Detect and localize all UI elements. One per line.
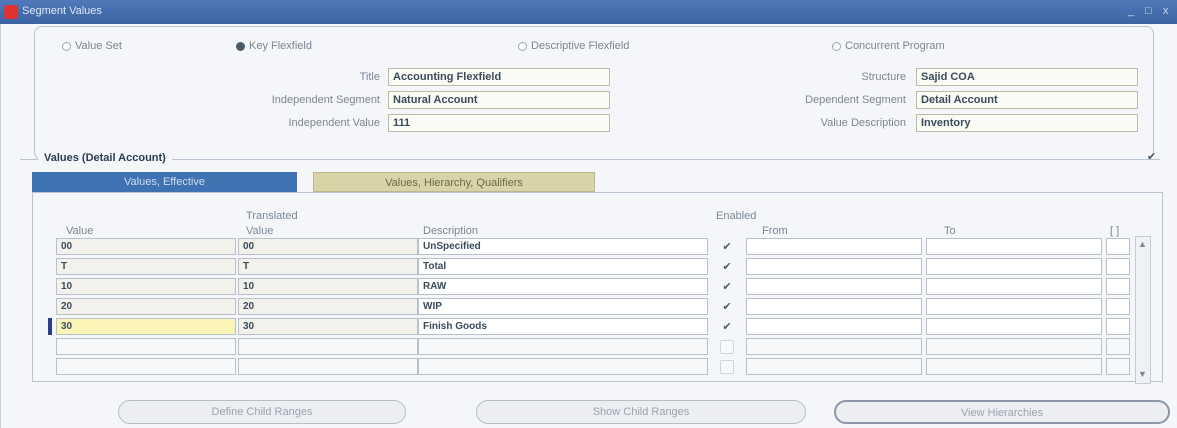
translated-value-cell[interactable]: 20 bbox=[238, 298, 418, 315]
enabled-checkbox[interactable]: ✔ bbox=[720, 240, 734, 254]
radio-off-icon bbox=[518, 41, 527, 51]
scroll-down-icon[interactable]: ▼ bbox=[1138, 369, 1147, 379]
column-header-description: Description bbox=[423, 225, 479, 237]
define-child-ranges-button[interactable]: Define Child Ranges bbox=[118, 400, 406, 424]
radio-descriptive-flexfield[interactable]: Descriptive Flexfield bbox=[512, 38, 636, 54]
to-date-cell[interactable] bbox=[926, 278, 1102, 295]
value-cell[interactable]: 10 bbox=[56, 278, 236, 295]
enabled-checkbox[interactable]: ✔ bbox=[720, 320, 734, 334]
translated-value-cell[interactable] bbox=[238, 358, 418, 375]
scroll-up-icon[interactable]: ▲ bbox=[1138, 239, 1147, 249]
table-scrollbar[interactable]: ▲ ▼ bbox=[1135, 236, 1151, 384]
close-icon[interactable]: x bbox=[1163, 5, 1169, 17]
translated-value-cell[interactable]: 30 bbox=[238, 318, 418, 335]
window-title: Segment Values bbox=[22, 5, 102, 17]
flex-cell[interactable] bbox=[1106, 358, 1130, 375]
dependent-segment-field[interactable]: Detail Account bbox=[916, 91, 1138, 109]
description-cell[interactable]: Finish Goods bbox=[418, 318, 708, 335]
value-cell[interactable]: T bbox=[56, 258, 236, 275]
column-header-flex: [ ] bbox=[1110, 225, 1120, 237]
column-header-translated: Translated bbox=[246, 210, 298, 222]
description-cell[interactable]: RAW bbox=[418, 278, 708, 295]
radio-label: Descriptive Flexfield bbox=[531, 40, 630, 52]
column-header-from: From bbox=[762, 225, 788, 237]
tab-values-effective[interactable]: Values, Effective bbox=[32, 172, 297, 192]
independent-value-field[interactable]: 111 bbox=[388, 114, 610, 132]
radio-concurrent-program[interactable]: Concurrent Program bbox=[826, 38, 951, 54]
values-section-title: Values (Detail Account) bbox=[38, 152, 172, 164]
radio-value-set[interactable]: Value Set bbox=[56, 38, 128, 54]
value-cell[interactable]: 20 bbox=[56, 298, 236, 315]
radio-on-icon bbox=[236, 41, 245, 51]
flex-cell[interactable] bbox=[1106, 278, 1130, 295]
to-date-cell[interactable] bbox=[926, 338, 1102, 355]
radio-off-icon bbox=[62, 41, 71, 51]
tab-values-hierarchy-qualifiers[interactable]: Values, Hierarchy, Qualifiers bbox=[313, 172, 595, 192]
enabled-checkbox[interactable] bbox=[720, 340, 734, 354]
value-cell[interactable] bbox=[56, 338, 236, 355]
flex-cell[interactable] bbox=[1106, 258, 1130, 275]
to-date-cell[interactable] bbox=[926, 258, 1102, 275]
column-header-to: To bbox=[944, 225, 956, 237]
to-date-cell[interactable] bbox=[926, 298, 1102, 315]
dependent-segment-label: Dependent Segment bbox=[805, 94, 906, 106]
oracle-app-icon bbox=[4, 5, 18, 19]
value-cell[interactable] bbox=[56, 358, 236, 375]
enabled-checkbox[interactable]: ✔ bbox=[720, 260, 734, 274]
view-hierarchies-button[interactable]: View Hierarchies bbox=[834, 400, 1170, 424]
to-date-cell[interactable] bbox=[926, 318, 1102, 335]
flex-cell[interactable] bbox=[1106, 238, 1130, 255]
description-cell[interactable]: UnSpecified bbox=[418, 238, 708, 255]
column-header-translated-value: Value bbox=[246, 225, 274, 237]
maximize-icon[interactable]: □ bbox=[1145, 5, 1152, 17]
section-check-icon: ✔ bbox=[1147, 151, 1157, 163]
from-date-cell[interactable] bbox=[746, 258, 922, 275]
from-date-cell[interactable] bbox=[746, 238, 922, 255]
flex-cell[interactable] bbox=[1106, 298, 1130, 315]
radio-key-flexfield[interactable]: Key Flexfield bbox=[230, 38, 318, 54]
translated-value-cell[interactable]: 10 bbox=[238, 278, 418, 295]
title-label: Title bbox=[359, 71, 380, 83]
title-bar: Segment Values _ □ x bbox=[0, 0, 1177, 24]
to-date-cell[interactable] bbox=[926, 358, 1102, 375]
column-header-value: Value bbox=[66, 225, 94, 237]
from-date-cell[interactable] bbox=[746, 318, 922, 335]
enabled-checkbox[interactable]: ✔ bbox=[720, 280, 734, 294]
to-date-cell[interactable] bbox=[926, 238, 1102, 255]
structure-field[interactable]: Sajid COA bbox=[916, 68, 1138, 86]
radio-label: Key Flexfield bbox=[249, 40, 312, 52]
enabled-checkbox[interactable] bbox=[720, 360, 734, 374]
description-cell[interactable] bbox=[418, 338, 708, 355]
enabled-checkbox[interactable]: ✔ bbox=[720, 300, 734, 314]
value-cell-current[interactable]: 30 bbox=[56, 318, 236, 335]
value-description-label: Value Description bbox=[820, 117, 906, 129]
show-child-ranges-button[interactable]: Show Child Ranges bbox=[476, 400, 806, 424]
from-date-cell[interactable] bbox=[746, 278, 922, 295]
from-date-cell[interactable] bbox=[746, 298, 922, 315]
independent-segment-field[interactable]: Natural Account bbox=[388, 91, 610, 109]
from-date-cell[interactable] bbox=[746, 358, 922, 375]
value-cell[interactable]: 00 bbox=[56, 238, 236, 255]
minimize-icon[interactable]: _ bbox=[1128, 5, 1134, 17]
description-cell[interactable]: WIP bbox=[418, 298, 708, 315]
value-description-field[interactable]: Inventory bbox=[916, 114, 1138, 132]
flex-cell[interactable] bbox=[1106, 338, 1130, 355]
description-cell[interactable]: Total bbox=[418, 258, 708, 275]
structure-label: Structure bbox=[861, 71, 906, 83]
column-header-enabled: Enabled bbox=[716, 210, 757, 222]
flex-cell[interactable] bbox=[1106, 318, 1130, 335]
radio-off-icon bbox=[832, 41, 841, 51]
translated-value-cell[interactable] bbox=[238, 338, 418, 355]
independent-segment-label: Independent Segment bbox=[271, 94, 380, 106]
from-date-cell[interactable] bbox=[746, 338, 922, 355]
description-cell[interactable] bbox=[418, 358, 708, 375]
independent-value-label: Independent Value bbox=[288, 117, 380, 129]
translated-value-cell[interactable]: T bbox=[238, 258, 418, 275]
translated-value-cell[interactable]: 00 bbox=[238, 238, 418, 255]
title-field[interactable]: Accounting Flexfield bbox=[388, 68, 610, 86]
current-record-indicator bbox=[48, 318, 52, 335]
section-divider bbox=[20, 159, 1160, 160]
radio-label: Value Set bbox=[75, 40, 122, 52]
radio-label: Concurrent Program bbox=[845, 40, 945, 52]
